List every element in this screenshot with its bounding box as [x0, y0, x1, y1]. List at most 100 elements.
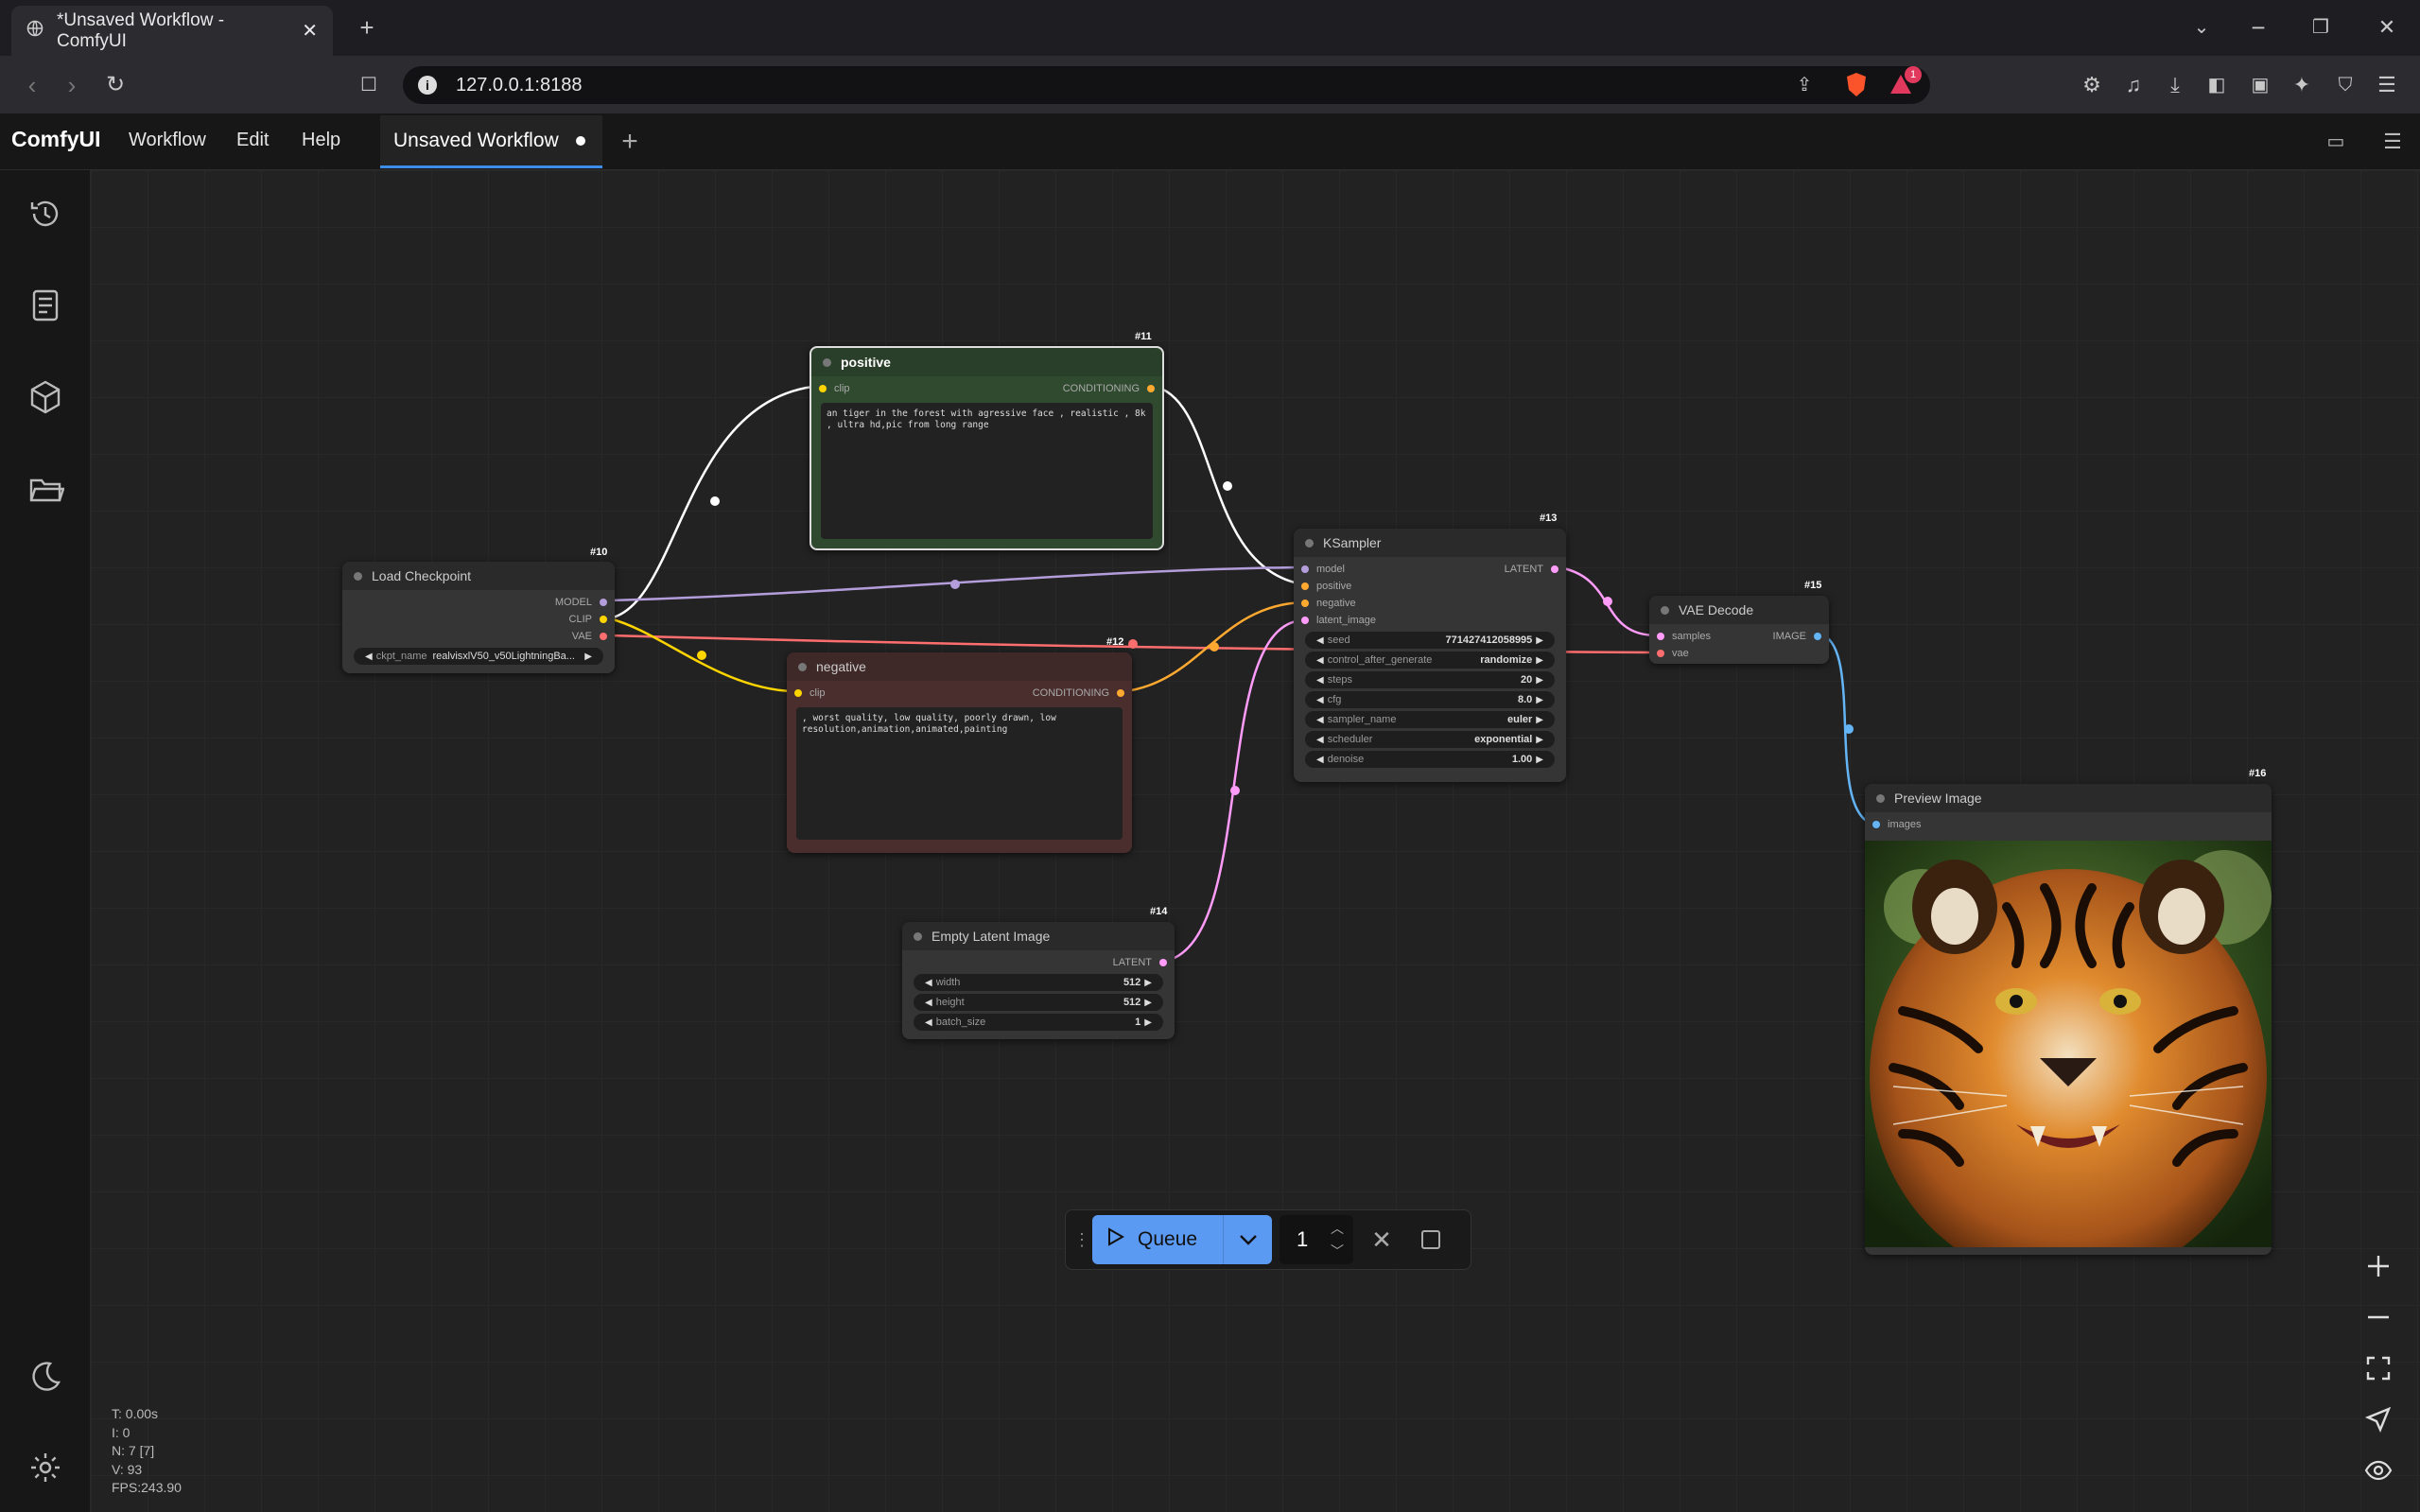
slot-dot-icon[interactable] — [1117, 689, 1124, 697]
bottom-panel-toggle-icon[interactable]: ▭ — [2317, 123, 2355, 161]
select-mode-icon[interactable] — [2349, 1394, 2408, 1445]
widget-control-after-generate[interactable]: ◀ control_after_generate randomize ▶ — [1305, 652, 1555, 669]
output-slot-vae[interactable]: VAE — [342, 628, 615, 645]
forward-icon[interactable]: › — [53, 66, 91, 104]
slot-dot-icon[interactable] — [1301, 582, 1309, 590]
increment-arrow-icon[interactable]: ▶ — [1144, 1017, 1152, 1028]
slot-dot-icon[interactable] — [1301, 565, 1309, 573]
output-slot-latent[interactable]: LATENT — [902, 954, 1175, 971]
collapse-dot-icon[interactable] — [1661, 605, 1669, 615]
zoom-out-icon[interactable] — [2349, 1292, 2408, 1343]
new-workflow-tab-icon[interactable]: + — [611, 123, 649, 161]
node-preview-image[interactable]: Preview Image images — [1865, 784, 2272, 1255]
queue-button[interactable]: Queue — [1092, 1215, 1272, 1264]
reload-icon[interactable]: ↻ — [96, 66, 134, 104]
settings-icon[interactable] — [17, 1439, 74, 1496]
widget-seed[interactable]: ◀ seed 771427412058995 ▶ — [1305, 632, 1555, 649]
decrement-arrow-icon[interactable]: ◀ — [1316, 755, 1324, 765]
menu-workflow[interactable]: Workflow — [129, 130, 206, 151]
increment-arrow-icon[interactable]: ▶ — [1144, 998, 1152, 1008]
queue-options-chevron-icon[interactable] — [1223, 1215, 1272, 1264]
stop-queue-icon[interactable] — [1410, 1228, 1452, 1251]
leo-ai-icon[interactable]: ✦ — [2283, 66, 2321, 104]
collapse-dot-icon[interactable] — [914, 931, 922, 941]
theme-toggle-icon[interactable] — [17, 1347, 74, 1404]
increment-arrow-icon[interactable]: ▶ — [1536, 655, 1543, 666]
vpn-icon[interactable]: ⛉ — [2326, 66, 2364, 104]
batch-count-stepper[interactable]: 1 ︿ ﹀ — [1280, 1215, 1353, 1264]
increment-arrow-icon[interactable]: ▶ — [1536, 735, 1543, 745]
close-tab-icon[interactable]: ✕ — [302, 19, 318, 43]
widget-sampler-name[interactable]: ◀ sampler_name euler ▶ — [1305, 711, 1555, 728]
menu-edit[interactable]: Edit — [236, 130, 269, 151]
slot-dot-icon[interactable] — [1551, 565, 1558, 573]
decrement-arrow-icon[interactable]: ◀ — [925, 1017, 932, 1028]
output-slot-clip[interactable]: CLIP — [342, 611, 615, 628]
brave-rewards-icon[interactable]: 1 — [1888, 66, 1922, 98]
node-title-bar[interactable]: negative — [787, 652, 1132, 681]
decrement-chevron-icon[interactable]: ﹀ — [1331, 1242, 1344, 1260]
fit-view-icon[interactable] — [2349, 1343, 2408, 1394]
slot-dot-icon[interactable] — [600, 633, 607, 640]
browser-tab[interactable]: *Unsaved Workflow - ComfyUI ✕ — [11, 6, 333, 56]
increment-arrow-icon[interactable]: ▶ — [1144, 978, 1152, 988]
slot-dot-icon[interactable] — [794, 689, 802, 697]
prompt-textarea[interactable]: an tiger in the forest with agressive fa… — [821, 403, 1153, 539]
widget-width[interactable]: ◀ width 512 ▶ — [914, 974, 1163, 991]
input-slot-images[interactable]: images — [1865, 816, 2272, 833]
prompt-textarea[interactable]: , worst quality, low quality, poorly dra… — [796, 707, 1123, 840]
preview-image-tiger[interactable] — [1865, 841, 2272, 1247]
node-title-bar[interactable]: Empty Latent Image — [902, 922, 1175, 950]
widget-denoise[interactable]: ◀ denoise 1.00 ▶ — [1305, 751, 1555, 768]
widget-scheduler[interactable]: ◀ scheduler exponential ▶ — [1305, 731, 1555, 748]
node-title-bar[interactable]: Load Checkpoint — [342, 562, 615, 590]
widget-height[interactable]: ◀ height 512 ▶ — [914, 994, 1163, 1011]
close-window-icon[interactable]: ✕ — [2368, 9, 2406, 46]
queue-list-icon[interactable] — [17, 277, 74, 334]
address-bar[interactable]: i 127.0.0.1:8188 — [403, 66, 1930, 104]
output-slot-latent[interactable]: LATENT — [1505, 564, 1558, 575]
slot-dot-icon[interactable] — [1301, 600, 1309, 607]
increment-arrow-icon[interactable]: ▶ — [1536, 715, 1543, 725]
decrement-arrow-icon[interactable]: ◀ — [925, 998, 932, 1008]
increment-arrow-icon[interactable]: ▶ — [584, 652, 592, 662]
extensions-icon[interactable]: ⚙ — [2073, 66, 2111, 104]
output-slot-conditioning[interactable]: CONDITIONING — [1033, 687, 1124, 699]
decrement-arrow-icon[interactable]: ◀ — [365, 652, 373, 662]
bookmark-icon[interactable]: ☐ — [350, 66, 388, 104]
widget-ckpt-name[interactable]: ◀ ckpt_name realvisxlV50_v50LightningBa...… — [354, 648, 603, 665]
input-slot-latent-image[interactable]: latent_image — [1294, 612, 1566, 629]
input-slot-clip[interactable]: clip — [794, 687, 826, 699]
slot-dot-icon[interactable] — [819, 385, 827, 392]
decrement-arrow-icon[interactable]: ◀ — [1316, 655, 1324, 666]
node-vae-decode[interactable]: VAE Decode samples IMAGE vae — [1649, 596, 1829, 664]
tab-unsaved-workflow[interactable]: Unsaved Workflow — [380, 115, 602, 168]
node-title-bar[interactable]: VAE Decode — [1649, 596, 1829, 624]
collapse-dot-icon[interactable] — [798, 662, 807, 671]
menu-help[interactable]: Help — [302, 130, 340, 151]
slot-dot-icon[interactable] — [1657, 633, 1664, 640]
restore-icon[interactable]: ❐ — [2302, 9, 2340, 46]
decrement-arrow-icon[interactable]: ◀ — [925, 978, 932, 988]
input-slot-vae[interactable]: vae — [1649, 645, 1829, 662]
browser-menu-icon[interactable]: ☰ — [2368, 66, 2406, 104]
node-title-bar[interactable]: positive — [811, 348, 1162, 376]
history-icon[interactable] — [17, 185, 74, 242]
brave-shields-icon[interactable] — [1844, 72, 1869, 98]
slot-dot-icon[interactable] — [1301, 617, 1309, 624]
widget-steps[interactable]: ◀ steps 20 ▶ — [1305, 671, 1555, 688]
minimize-icon[interactable]: − — [2239, 9, 2277, 46]
increment-arrow-icon[interactable]: ▶ — [1536, 635, 1543, 646]
increment-chevron-icon[interactable]: ︿ — [1331, 1219, 1344, 1238]
increment-arrow-icon[interactable]: ▶ — [1536, 755, 1543, 765]
workflows-folder-icon[interactable] — [17, 461, 74, 517]
collapse-dot-icon[interactable] — [354, 571, 362, 581]
slot-dot-icon[interactable] — [1147, 385, 1155, 392]
back-icon[interactable]: ‹ — [13, 66, 51, 104]
output-slot-image[interactable]: IMAGE — [1773, 631, 1821, 642]
input-slot-positive[interactable]: positive — [1294, 578, 1566, 595]
toggle-links-visibility-icon[interactable] — [2349, 1445, 2408, 1496]
slot-dot-icon[interactable] — [600, 599, 607, 606]
wallet-icon[interactable]: ▣ — [2241, 66, 2279, 104]
decrement-arrow-icon[interactable]: ◀ — [1316, 735, 1324, 745]
